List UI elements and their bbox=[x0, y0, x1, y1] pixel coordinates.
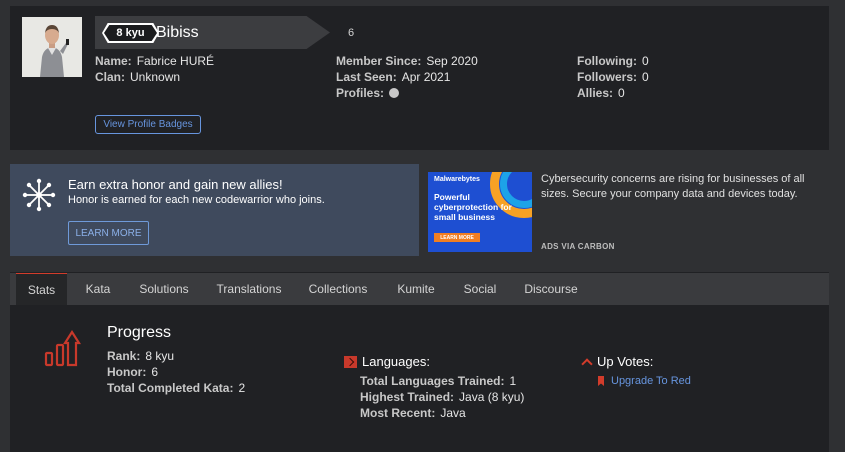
honor-count: 6 bbox=[348, 27, 355, 39]
progress-completed-kata: Total Completed Kata: 2 bbox=[107, 381, 245, 395]
starburst-icon bbox=[22, 178, 56, 212]
ad-cta: LEARN MORE bbox=[434, 233, 480, 242]
profiles-key: Profiles: bbox=[336, 86, 385, 100]
tab-translations[interactable]: Translations bbox=[210, 273, 288, 305]
tab-kata[interactable]: Kata bbox=[78, 273, 118, 305]
username: Bibiss bbox=[156, 24, 199, 41]
clan-field: Clan: Unknown bbox=[95, 70, 180, 84]
progress-rank-key: Rank: bbox=[107, 349, 141, 363]
github-icon[interactable] bbox=[389, 88, 400, 98]
most-recent: Most Recent: Java bbox=[360, 406, 466, 420]
learn-more-button[interactable]: LEARN MORE bbox=[68, 221, 149, 245]
honor-banner: Earn extra honor and gain new allies! Ho… bbox=[10, 164, 419, 256]
profile-content: Stats Kata Solutions Translations Collec… bbox=[10, 272, 829, 452]
ads-via-carbon[interactable]: ADS VIA CARBON bbox=[541, 242, 615, 251]
followers-field[interactable]: Followers: 0 bbox=[577, 70, 649, 84]
upgrade-to-red-link[interactable]: Upgrade To Red bbox=[611, 375, 691, 387]
followers-value: 0 bbox=[642, 70, 649, 84]
member-since-key: Member Since: bbox=[336, 54, 422, 68]
total-languages-value: 1 bbox=[509, 374, 517, 388]
following-value: 0 bbox=[641, 54, 649, 68]
clan-key: Clan: bbox=[95, 70, 125, 84]
total-languages-key: Total Languages Trained: bbox=[360, 374, 505, 388]
carbon-ad: Malwarebytes Powerful cyberprotection fo… bbox=[421, 164, 829, 256]
rank-badge: 8 kyu bbox=[102, 23, 159, 43]
ad-brand: Malwarebytes bbox=[434, 176, 480, 183]
ad-headline: Powerful cyberprotection for small busin… bbox=[434, 192, 512, 222]
bookmark-icon bbox=[598, 376, 604, 386]
highest-trained-value: Java (8 kyu) bbox=[459, 390, 525, 404]
tab-discourse[interactable]: Discourse bbox=[518, 273, 584, 305]
allies-field[interactable]: Allies: 0 bbox=[577, 86, 625, 100]
completed-kata-key: Total Completed Kata: bbox=[107, 381, 234, 395]
most-recent-key: Most Recent: bbox=[360, 406, 436, 420]
profile-card: 8 kyu Bibiss 6 Name: Fabrice HURÉ Clan: Un… bbox=[10, 6, 829, 150]
last-seen-value: Apr 2021 bbox=[401, 70, 451, 84]
honor-banner-title: Earn extra honor and gain new allies! bbox=[68, 177, 283, 192]
tab-solutions[interactable]: Solutions bbox=[134, 273, 194, 305]
progress-chart-icon bbox=[44, 329, 82, 367]
highest-trained: Highest Trained: Java (8 kyu) bbox=[360, 390, 524, 404]
ad-image[interactable]: Malwarebytes Powerful cyberprotection fo… bbox=[428, 172, 532, 252]
upvotes-title: Up Votes: bbox=[597, 354, 654, 369]
chevron-up-icon bbox=[581, 358, 593, 370]
member-since-field: Member Since: Sep 2020 bbox=[336, 54, 478, 68]
name-value: Fabrice HURÉ bbox=[136, 54, 215, 68]
profile-tabs: Stats Kata Solutions Translations Collec… bbox=[10, 273, 829, 305]
avatar[interactable] bbox=[22, 17, 82, 77]
allies-value: 0 bbox=[618, 86, 625, 100]
last-seen-field: Last Seen: Apr 2021 bbox=[336, 70, 450, 84]
last-seen-key: Last Seen: bbox=[336, 70, 397, 84]
languages-title: Languages: bbox=[362, 354, 430, 369]
name-key: Name: bbox=[95, 54, 132, 68]
member-since-value: Sep 2020 bbox=[426, 54, 478, 68]
following-field[interactable]: Following: 0 bbox=[577, 54, 649, 68]
tab-kumite[interactable]: Kumite bbox=[390, 273, 442, 305]
terminal-icon bbox=[344, 356, 357, 368]
progress-honor-value: 6 bbox=[151, 365, 159, 379]
progress-title: Progress bbox=[107, 324, 172, 341]
clan-value: Unknown bbox=[130, 70, 181, 84]
progress-rank-value: 8 kyu bbox=[145, 349, 175, 363]
highest-trained-key: Highest Trained: bbox=[360, 390, 455, 404]
tab-stats[interactable]: Stats bbox=[16, 273, 67, 305]
completed-kata-value: 2 bbox=[238, 381, 246, 395]
tab-social[interactable]: Social bbox=[458, 273, 502, 305]
ad-text[interactable]: Cybersecurity concerns are rising for bu… bbox=[541, 172, 813, 202]
name-field: Name: Fabrice HURÉ bbox=[95, 54, 214, 68]
followers-key: Followers: bbox=[577, 70, 638, 84]
progress-honor-key: Honor: bbox=[107, 365, 147, 379]
progress-rank: Rank: 8 kyu bbox=[107, 349, 174, 363]
tab-collections[interactable]: Collections bbox=[303, 273, 373, 305]
total-languages: Total Languages Trained: 1 bbox=[360, 374, 516, 388]
honor-banner-subtitle: Honor is earned for each new codewarrior… bbox=[68, 194, 325, 206]
following-key: Following: bbox=[577, 54, 637, 68]
view-profile-badges-button[interactable]: View Profile Badges bbox=[95, 115, 201, 134]
allies-key: Allies: bbox=[577, 86, 614, 100]
rank-label: 8 kyu bbox=[104, 25, 157, 41]
profiles-field: Profiles: bbox=[336, 86, 400, 100]
progress-honor: Honor: 6 bbox=[107, 365, 158, 379]
most-recent-value: Java bbox=[440, 406, 466, 420]
